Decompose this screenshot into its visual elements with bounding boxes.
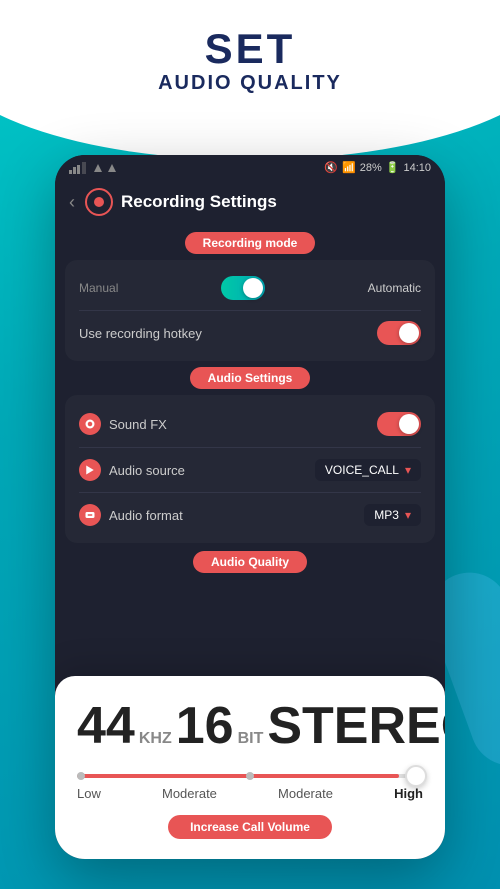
status-right: 🔇 📶 28% 🔋 14:10 — [324, 161, 431, 174]
sound-fx-icon — [79, 413, 101, 435]
audio-settings-section: Audio Settings — [55, 367, 445, 389]
slider-thumb[interactable] — [405, 765, 427, 787]
audio-format-label-group: Audio format — [79, 504, 183, 526]
automatic-label: Automatic — [368, 281, 421, 295]
header-subtitle: AUDIO QUALITY — [0, 72, 500, 95]
time-display: 14:10 — [403, 162, 431, 174]
hotkey-label: Use recording hotkey — [79, 326, 202, 341]
label-moderate1: Moderate — [162, 786, 217, 801]
quality-slider-container — [77, 774, 423, 778]
toggle-thumb — [243, 278, 263, 298]
hotkey-thumb — [399, 323, 419, 343]
recording-mode-card: Manual Automatic Use recording hotkey — [65, 260, 435, 361]
slider-dot-row — [77, 774, 423, 780]
signal-icon — [69, 162, 89, 174]
phone-frame: 🔇 📶 28% 🔋 14:10 ‹ Recording Settings Rec… — [55, 155, 445, 859]
label-low: Low — [77, 786, 101, 801]
bits-unit: BIT — [238, 730, 264, 748]
triangle-icon2 — [107, 163, 117, 173]
recording-mode-badge[interactable]: Recording mode — [185, 232, 316, 254]
wifi-icon: 📶 — [342, 161, 356, 174]
status-bar: 🔇 📶 28% 🔋 14:10 — [55, 155, 445, 180]
frequency-unit: KHZ — [139, 730, 172, 748]
hotkey-toggle[interactable] — [377, 321, 421, 345]
audio-format-row: Audio format MP3 ▾ — [79, 495, 421, 535]
battery-icon: 🔋 — [386, 161, 400, 174]
app-title: Recording Settings — [121, 192, 277, 212]
audio-source-label: Audio source — [109, 463, 185, 478]
chevron-down-icon: ▾ — [405, 463, 411, 477]
stereo-label: STEREO — [267, 696, 445, 756]
audio-format-label: Audio format — [109, 508, 183, 523]
divider — [79, 310, 421, 311]
sound-fx-label: Sound FX — [109, 417, 167, 432]
manual-auto-row: Manual Automatic — [79, 268, 421, 308]
audio-source-label-group: Audio source — [79, 459, 185, 481]
audio-source-dropdown[interactable]: VOICE_CALL ▾ — [315, 459, 421, 481]
app-header: ‹ Recording Settings — [55, 180, 445, 226]
slider-dot-low — [77, 772, 85, 780]
recording-mode-section: Recording mode — [55, 232, 445, 254]
audio-settings-badge[interactable]: Audio Settings — [190, 367, 311, 389]
rec-dot — [94, 197, 104, 207]
mute-icon: 🔇 — [324, 161, 338, 174]
hotkey-row: Use recording hotkey — [79, 313, 421, 353]
triangle-icon — [93, 163, 103, 173]
sound-fx-thumb — [399, 414, 419, 434]
bits-value: 16 — [176, 700, 234, 752]
audio-source-row: Audio source VOICE_CALL ▾ — [79, 450, 421, 490]
label-high: High — [394, 786, 423, 801]
back-button[interactable]: ‹ — [69, 192, 75, 213]
mode-toggle[interactable] — [221, 276, 265, 300]
label-moderate2: Moderate — [278, 786, 333, 801]
slider-dot-moderate1 — [246, 772, 254, 780]
battery-text: 28% — [360, 162, 382, 174]
status-left-icons — [69, 162, 117, 174]
audio-quality-numbers: 44 KHZ 16 BIT STEREO — [77, 696, 423, 756]
chevron-down-icon2: ▾ — [405, 508, 411, 522]
slider-labels: Low Moderate Moderate High — [77, 786, 423, 801]
sound-fx-toggle[interactable] — [377, 412, 421, 436]
divider3 — [79, 492, 421, 493]
increase-call-volume-section: Increase Call Volume — [77, 815, 423, 839]
sound-fx-label-group: Sound FX — [79, 413, 167, 435]
page-header: SET AUDIO QUALITY — [0, 28, 500, 95]
audio-format-icon — [79, 504, 101, 526]
audio-quality-section: Audio Quality — [55, 551, 445, 573]
divider2 — [79, 447, 421, 448]
audio-source-icon — [79, 459, 101, 481]
audio-quality-popup: 44 KHZ 16 BIT STEREO Low Moderate Modera… — [55, 676, 445, 859]
audio-quality-badge[interactable]: Audio Quality — [193, 551, 307, 573]
slider-track[interactable] — [77, 774, 423, 778]
audio-source-value: VOICE_CALL — [325, 463, 399, 477]
record-icon — [85, 188, 113, 216]
frequency-value: 44 — [77, 700, 135, 752]
audio-format-dropdown[interactable]: MP3 ▾ — [364, 504, 421, 526]
header-set: SET — [0, 28, 500, 70]
manual-label: Manual — [79, 281, 118, 295]
sound-fx-row: Sound FX — [79, 403, 421, 445]
increase-call-volume-button[interactable]: Increase Call Volume — [168, 815, 332, 839]
audio-settings-card: Sound FX Audio source VOICE_CALL ▾ — [65, 395, 435, 543]
audio-format-value: MP3 — [374, 508, 399, 522]
